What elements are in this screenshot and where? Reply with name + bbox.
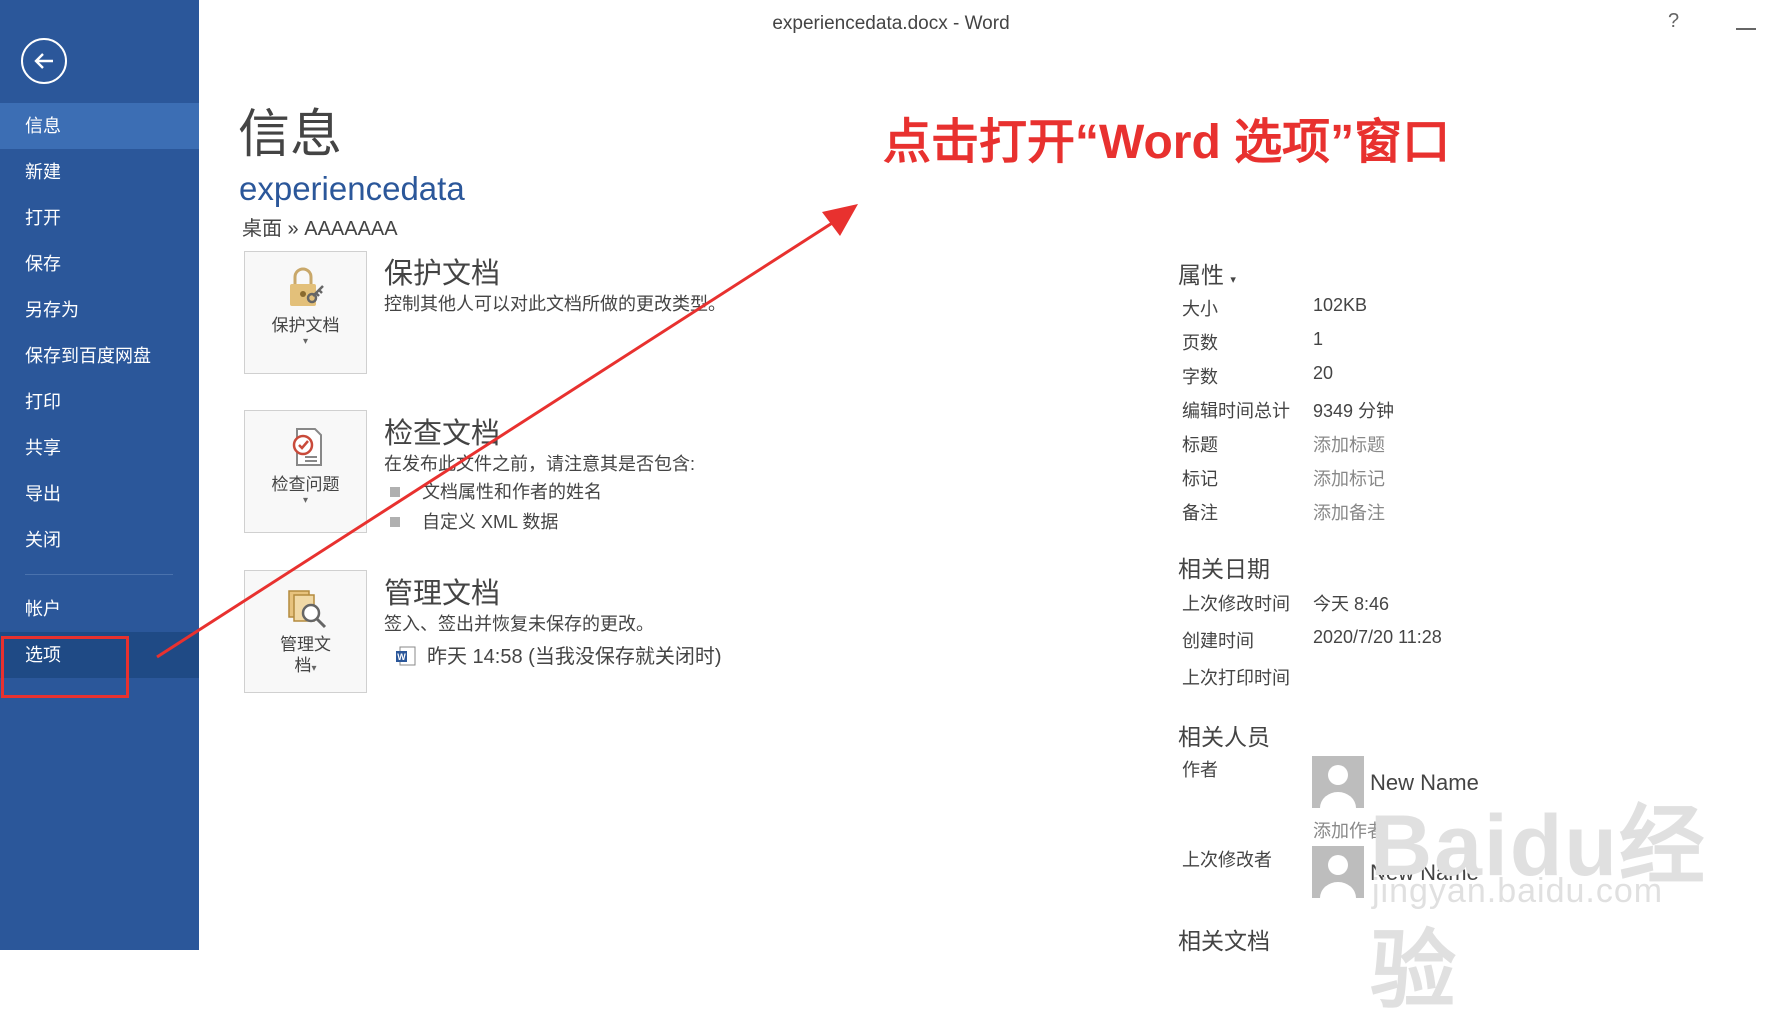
manage-section-title: 管理文档	[384, 578, 501, 610]
nav-open[interactable]: 打开	[0, 195, 199, 241]
back-arrow-icon	[34, 53, 53, 69]
window-title: experiencedata.docx - Word	[772, 13, 1010, 34]
protect-document-label: 保护文档	[271, 316, 340, 335]
prop-key-words: 字数	[1182, 367, 1218, 387]
word-document-icon: W	[396, 646, 416, 666]
related-docs-header: 相关文档	[1178, 928, 1270, 954]
inspect-document-icon	[292, 428, 322, 466]
prop-value-size: 102KB	[1313, 295, 1368, 315]
prop-value-words: 20	[1313, 363, 1334, 383]
lock-key-icon	[289, 267, 324, 306]
prop-value-created: 2020/7/20 11:28	[1313, 627, 1442, 647]
prop-tags-input[interactable]: 添加标记	[1313, 465, 1385, 491]
list-item: 文档属性和作者的姓名	[390, 478, 602, 504]
prop-value-edit-time: 9349 分钟	[1313, 401, 1395, 421]
prop-key-tags: 标记	[1182, 469, 1218, 489]
prop-title-input[interactable]: 添加标题	[1313, 431, 1385, 457]
nav-save[interactable]: 保存	[0, 241, 199, 287]
manage-document-button[interactable]: 管理文 档▾	[244, 570, 367, 693]
person-icon	[1320, 855, 1356, 898]
prop-key-created: 创建时间	[1182, 631, 1254, 651]
svg-text:W: W	[397, 652, 406, 662]
prop-key-edit-time: 编辑时间总计	[1182, 401, 1290, 421]
nav-save-as[interactable]: 另存为	[0, 287, 199, 333]
related-people-header: 相关人员	[1178, 724, 1270, 750]
nav-divider	[25, 574, 173, 575]
autosave-version-link[interactable]: W 昨天 14:58 (当我没保存就关闭时)	[395, 640, 721, 669]
page-title: 信息	[238, 106, 343, 164]
check-issues-button[interactable]: 检查问题 ▾	[244, 410, 367, 533]
document-name: experiencedata	[239, 170, 465, 207]
prop-key-title: 标题	[1182, 435, 1218, 455]
back-button[interactable]	[21, 38, 67, 84]
manage-document-label-2: 档▾	[294, 656, 317, 675]
chevron-down-icon: ▾	[302, 336, 309, 347]
nav-info[interactable]: 信息	[0, 103, 199, 149]
prop-key-size: 大小	[1182, 299, 1218, 319]
chevron-down-icon: ▾	[302, 495, 309, 506]
annotation-highlight-box	[1, 636, 129, 698]
backstage-sidebar: 信息 新建 打开 保存 另存为 保存到百度网盘 打印 共享 导出 关闭 帐户 选…	[0, 0, 199, 950]
prop-key-modified: 上次修改时间	[1182, 594, 1290, 614]
baidu-watermark-url: jingyan.baidu.com	[1372, 872, 1664, 910]
chevron-down-icon: ▾	[311, 663, 317, 674]
nav-save-baidu[interactable]: 保存到百度网盘	[0, 333, 199, 379]
inspect-section-desc: 在发布此文件之前，请注意其是否包含:	[384, 454, 695, 474]
author-avatar	[1312, 756, 1364, 808]
prop-key-last-modified-by: 上次修改者	[1182, 850, 1272, 870]
manage-document-label: 管理文	[280, 635, 331, 654]
nav-print[interactable]: 打印	[0, 379, 199, 425]
nav-close[interactable]: 关闭	[0, 517, 199, 563]
prop-key-author: 作者	[1182, 760, 1218, 780]
check-issues-label: 检查问题	[271, 475, 340, 494]
annotation-text: 点击打开“Word 选项”窗口	[883, 116, 1451, 169]
manage-section-desc: 签入、签出并恢复未保存的更改。	[384, 614, 654, 634]
inspect-section-title: 检查文档	[384, 418, 501, 450]
last-modifier-avatar	[1312, 846, 1364, 898]
properties-header[interactable]: 属性 ▾	[1178, 256, 1236, 290]
prop-key-pages: 页数	[1182, 333, 1218, 353]
protect-section-title: 保护文档	[384, 258, 501, 290]
nav-share[interactable]: 共享	[0, 425, 199, 471]
minimize-button[interactable]	[1736, 28, 1756, 30]
protect-document-button[interactable]: 保护文档 ▾	[244, 251, 367, 374]
help-button[interactable]: ?	[1668, 10, 1679, 33]
manage-document-icon	[287, 590, 326, 629]
nav-account[interactable]: 帐户	[0, 586, 199, 632]
nav-new[interactable]: 新建	[0, 149, 199, 195]
protect-section-desc: 控制其他人可以对此文档所做的更改类型。	[384, 294, 726, 314]
prop-comments-input[interactable]: 添加备注	[1313, 499, 1385, 525]
list-item: 自定义 XML 数据	[390, 508, 558, 534]
nav-export[interactable]: 导出	[0, 471, 199, 517]
prop-key-comments: 备注	[1182, 503, 1218, 523]
prop-value-pages: 1	[1313, 329, 1324, 349]
related-dates-header: 相关日期	[1178, 556, 1270, 582]
prop-value-modified: 今天 8:46	[1313, 594, 1390, 614]
person-icon	[1320, 765, 1356, 808]
prop-key-printed: 上次打印时间	[1182, 668, 1290, 688]
document-path[interactable]: 桌面 » AAAAAAA	[242, 212, 398, 241]
